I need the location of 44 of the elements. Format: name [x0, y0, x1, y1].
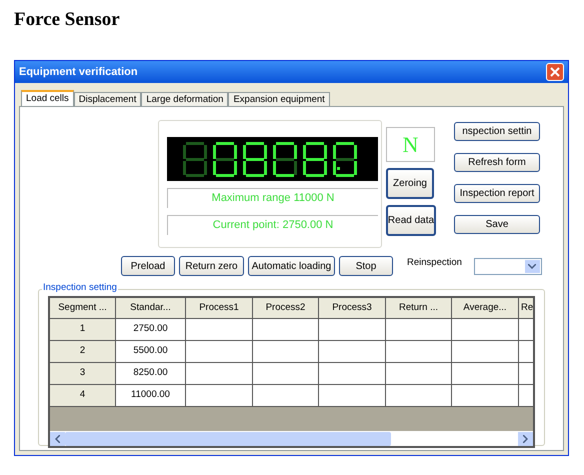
command-button[interactable]: Inspection report [454, 184, 540, 203]
command-button[interactable]: Zeroing [386, 168, 434, 199]
command-button[interactable]: nspection settin [454, 122, 540, 141]
command-button[interactable]: Stop [339, 256, 393, 276]
unit-field: N [386, 127, 435, 162]
command-button[interactable]: Preload [121, 256, 175, 276]
max-range-field: Maximum range 11000 N [167, 188, 378, 208]
row-header: 4 [50, 385, 116, 407]
current-point-field: Current point: 2750.00 N [167, 215, 378, 235]
tab[interactable]: Load cells [21, 90, 74, 106]
reinspection-dropdown[interactable] [474, 258, 542, 274]
command-button[interactable]: Return zero [179, 256, 244, 276]
table-cell: 2750.00 [116, 319, 186, 341]
scroll-right-icon [518, 432, 533, 446]
close-button[interactable] [546, 63, 564, 81]
scroll-left-icon [50, 432, 65, 446]
command-button[interactable]: Automatic loading [248, 256, 335, 276]
horizontal-scrollbar[interactable] [50, 431, 533, 446]
column-header[interactable]: Process3 [319, 298, 386, 319]
group-title: Inspection setting [42, 282, 118, 294]
command-button[interactable]: Save [454, 215, 540, 234]
column-header[interactable]: Return ... [386, 298, 452, 319]
command-button[interactable]: Refresh form [454, 153, 540, 172]
close-icon [550, 67, 560, 77]
column-header[interactable]: Standar... [116, 298, 186, 319]
row-header: 3 [50, 363, 116, 385]
tab[interactable]: Large deformation [141, 92, 228, 106]
command-button[interactable]: Read data [386, 205, 436, 236]
column-header[interactable]: Re [519, 298, 533, 319]
column-header[interactable]: Process2 [253, 298, 319, 319]
tab[interactable]: Expansion equipment [228, 92, 330, 106]
reinspection-label: Reinspection [407, 256, 462, 270]
page-title: Force Sensor [14, 8, 120, 32]
row-header: 1 [50, 319, 116, 341]
scrollbar-thumb[interactable] [65, 432, 392, 446]
column-header[interactable]: Average... [452, 298, 519, 319]
tab[interactable]: Displacement [74, 92, 142, 106]
column-header[interactable]: Segment ... [50, 298, 116, 319]
row-header: 2 [50, 341, 116, 363]
window-title: Equipment verification [19, 64, 138, 80]
table-cell: 11000.00 [116, 385, 186, 407]
table-cell: 8250.00 [116, 363, 186, 385]
column-header[interactable]: Process1 [186, 298, 253, 319]
table-cell: 5500.00 [116, 341, 186, 363]
